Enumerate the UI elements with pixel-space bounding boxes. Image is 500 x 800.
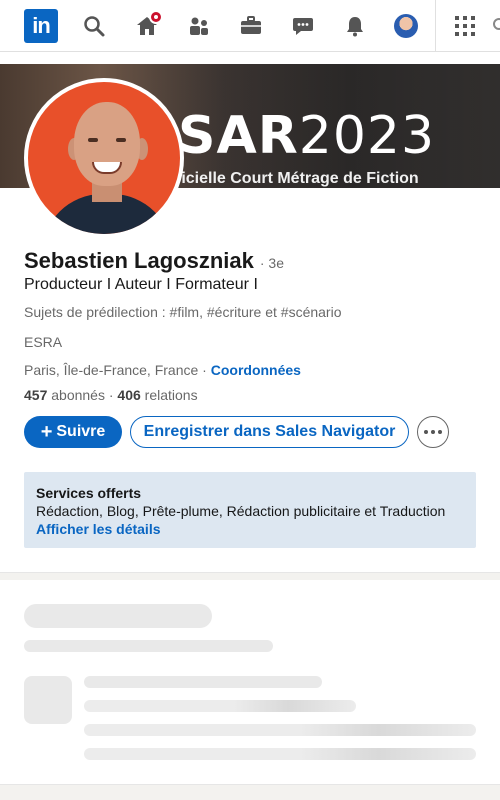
contact-info-link[interactable]: Coordonnées (211, 362, 301, 378)
services-card: Services offerts Rédaction, Blog, Prête-… (24, 472, 476, 548)
jobs-icon[interactable] (237, 12, 265, 40)
banner-subtitle: ficielle Court Métrage de Fiction (176, 170, 419, 187)
section-divider (0, 784, 500, 800)
network-icon[interactable] (185, 12, 213, 40)
profile-photo[interactable] (24, 78, 184, 238)
followers-count: 457 (24, 387, 48, 403)
skeleton-bar (84, 676, 322, 688)
skeleton-bar (84, 748, 476, 760)
profile-stats: 457 abonnés · 406 relations (24, 387, 198, 403)
nav-divider (435, 0, 436, 52)
plus-icon: + (40, 421, 53, 443)
services-list: Rédaction, Blog, Prête-plume, Rédaction … (36, 503, 446, 519)
linkedin-logo[interactable]: in (24, 9, 58, 43)
profile-location-row: Paris, Île-de-France, France · Coordonné… (24, 362, 301, 378)
top-nav: in (0, 0, 500, 52)
search-icon[interactable] (80, 12, 108, 40)
skeleton-thumbnail (24, 676, 72, 724)
services-details-link[interactable]: Afficher les détails (36, 521, 464, 537)
home-icon[interactable] (133, 10, 163, 40)
profile-name: Sebastien Lagoszniak (24, 248, 254, 273)
notifications-icon[interactable] (341, 12, 369, 40)
profile-headline: Producteur I Auteur I Formateur I (24, 276, 258, 293)
skeleton-bar (24, 640, 273, 652)
relations-label[interactable]: relations (145, 387, 198, 403)
skeleton-bar (24, 604, 212, 628)
connection-degree: · 3e (259, 255, 284, 271)
profile-school[interactable]: ESRA (24, 334, 62, 350)
skeleton-bar (84, 700, 356, 712)
services-title: Services offerts (36, 485, 142, 501)
messaging-icon[interactable] (289, 12, 317, 40)
profile-location: Paris, Île-de-France, France · (24, 362, 207, 378)
followers-label: abonnés (51, 387, 105, 403)
profile-name-row: Sebastien Lagoszniak · 3e (24, 248, 284, 274)
apps-grid-icon[interactable] (455, 16, 475, 36)
profile-topics: Sujets de prédilection : #film, #écritur… (24, 304, 342, 320)
follow-button[interactable]: + Suivre (24, 416, 122, 448)
notification-badge (149, 10, 163, 24)
relations-count[interactable]: 406 (117, 387, 140, 403)
save-to-sales-navigator-button[interactable]: Enregistrer dans Sales Navigator (130, 416, 409, 448)
skeleton-bar (84, 724, 476, 736)
section-divider (0, 572, 500, 580)
me-avatar[interactable] (394, 14, 418, 38)
ellipsis-icon (424, 430, 428, 434)
banner-title: SAR2023 (178, 106, 436, 166)
more-actions-button[interactable] (417, 416, 449, 448)
premium-icon[interactable] (493, 18, 500, 30)
